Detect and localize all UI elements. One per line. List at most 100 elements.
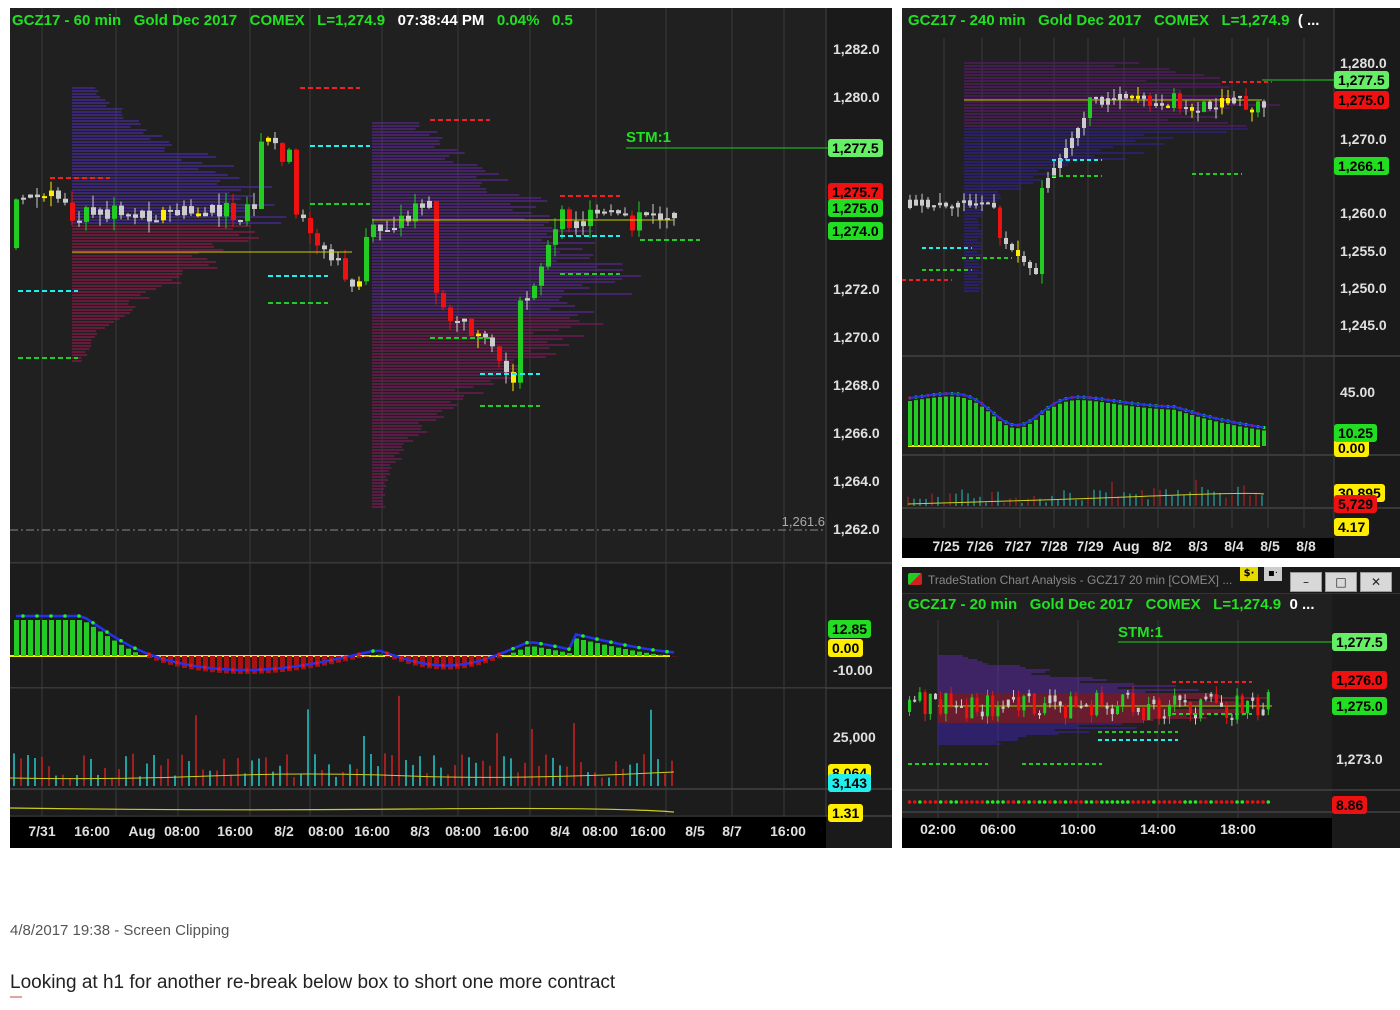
chart-240min[interactable]: 1,280.0 1,270.0 1,260.0 1,255.0 1,250.0 1,245…: [902, 8, 1400, 558]
candle-body: [918, 692, 922, 701]
osc-bar: [980, 406, 984, 446]
indicator-dot: [1214, 800, 1219, 804]
title-overflow: 0 ...: [1289, 596, 1315, 613]
time-axis-label: 08:00: [164, 823, 200, 839]
candle-body: [1032, 693, 1036, 714]
time-axis-label: 7/25: [932, 538, 959, 554]
candle-body: [658, 213, 663, 220]
candle-body: [1220, 98, 1224, 108]
candle-body: [1046, 178, 1050, 188]
osc-bar: [567, 653, 572, 656]
exchange-label: COMEX: [1145, 596, 1201, 613]
indicator-dot: [1250, 800, 1255, 804]
chart-20min[interactable]: 1,273.0 02:00 06:00 10:00 14:00 18:00 GCZ17 -…: [902, 594, 1400, 848]
candle-body: [1172, 93, 1176, 108]
osc-dot: [203, 665, 207, 670]
dollar-icon[interactable]: $·: [1240, 567, 1258, 581]
indicator-dot: [944, 800, 948, 804]
candle-body: [1131, 692, 1135, 713]
osc-bar: [914, 400, 918, 446]
candle-body: [203, 212, 208, 217]
osc-bar: [1028, 423, 1032, 446]
osc-dot: [567, 647, 571, 651]
candle-body: [1209, 693, 1213, 697]
osc-bar: [962, 397, 966, 446]
candle-body: [1157, 699, 1161, 719]
ref-level-label: 1,261.6: [782, 514, 825, 529]
indicator-dot: [1245, 800, 1250, 804]
price-tag-1277-5: 1,277.5: [1332, 633, 1387, 651]
maximize-button[interactable]: □: [1325, 572, 1357, 592]
osc-bar: [1262, 430, 1266, 446]
candle-body: [504, 360, 509, 373]
indicator-dot: [918, 800, 922, 804]
indicator-dot: [1011, 800, 1016, 804]
indicator-dot: [1240, 800, 1245, 804]
osc-dot: [315, 661, 319, 665]
candle-body: [672, 212, 677, 219]
chart-60min[interactable]: 1,282.01,280.01,278.01,272.01,270.01,268…: [10, 8, 892, 848]
candle-body: [1006, 699, 1010, 707]
candle-body: [1166, 105, 1170, 108]
osc-bar: [105, 636, 110, 656]
osc-dot: [287, 665, 291, 670]
indicator-dot: [1230, 800, 1234, 804]
candle-body: [1178, 695, 1182, 701]
candle-body: [1106, 98, 1110, 105]
candle-body: [970, 697, 974, 719]
time-axis-label: 8/7: [722, 823, 742, 839]
osc-bar: [532, 646, 537, 656]
osc-bar: [926, 398, 930, 446]
candle-body: [427, 200, 432, 208]
candle-body: [581, 221, 586, 227]
minimize-button[interactable]: –: [1290, 572, 1322, 592]
price-axis-label: 1,245.0: [1340, 317, 1387, 333]
candle-body: [28, 194, 33, 198]
chart-20min-window-titlebar[interactable]: TradeStation Chart Analysis - GCZ17 20 m…: [902, 567, 1400, 594]
vol-axis-label: 25,000: [833, 729, 876, 745]
osc-dot: [91, 621, 95, 625]
candle-body: [1074, 696, 1078, 708]
candle-body: [1112, 98, 1116, 101]
chart-240min-canvas[interactable]: 1,280.0 1,270.0 1,260.0 1,255.0 1,250.0 1,245…: [902, 8, 1400, 558]
osc-bar: [1118, 404, 1122, 446]
osc-bar: [280, 656, 285, 673]
candle-body: [112, 205, 117, 219]
osc-dot: [497, 652, 501, 657]
candle-body: [1142, 95, 1146, 99]
osc-tag-0: 0.00: [828, 639, 864, 657]
candle-body: [939, 699, 943, 714]
indicator-dot: [928, 800, 933, 804]
osc-bar: [992, 416, 996, 446]
tradestation-logo-icon: [908, 573, 922, 585]
candle-body: [1173, 695, 1177, 705]
candle-body: [1147, 703, 1151, 720]
candle-body: [1022, 256, 1026, 262]
candle-body: [483, 333, 488, 338]
osc-bar: [1184, 413, 1188, 446]
symbol-label: GCZ17 - 20 min: [908, 596, 1018, 613]
osc-bar: [968, 399, 972, 446]
candle-body: [1256, 697, 1260, 716]
osc-dot: [595, 637, 599, 641]
last-price-label: L=1,274.9: [1213, 596, 1282, 613]
osc-bar: [1154, 408, 1158, 446]
candle-body: [98, 209, 103, 215]
osc-bar: [637, 651, 642, 656]
osc-dot: [21, 614, 25, 618]
osc-bar: [1250, 428, 1254, 446]
osc-dot: [35, 614, 39, 618]
clip-timestamp: 4/8/2017 19:38 - Screen Clipping: [10, 922, 230, 939]
candle-body: [567, 209, 572, 229]
osc-bar: [944, 396, 948, 446]
time-axis-label: 08:00: [445, 823, 481, 839]
price-axis-label: 1,268.0: [833, 377, 880, 393]
close-button[interactable]: ✕: [1360, 572, 1392, 592]
indicator-dot: [1266, 800, 1271, 804]
toolbar-menu-icon[interactable]: ▪·: [1264, 567, 1282, 581]
time-axis-label: 7/27: [1004, 538, 1031, 554]
chart-60min-canvas[interactable]: 1,282.01,280.01,278.01,272.01,270.01,268…: [10, 8, 892, 848]
candle-body: [357, 281, 362, 287]
indicator-dot: [1198, 800, 1203, 804]
vol-pane-bg: [10, 689, 826, 815]
